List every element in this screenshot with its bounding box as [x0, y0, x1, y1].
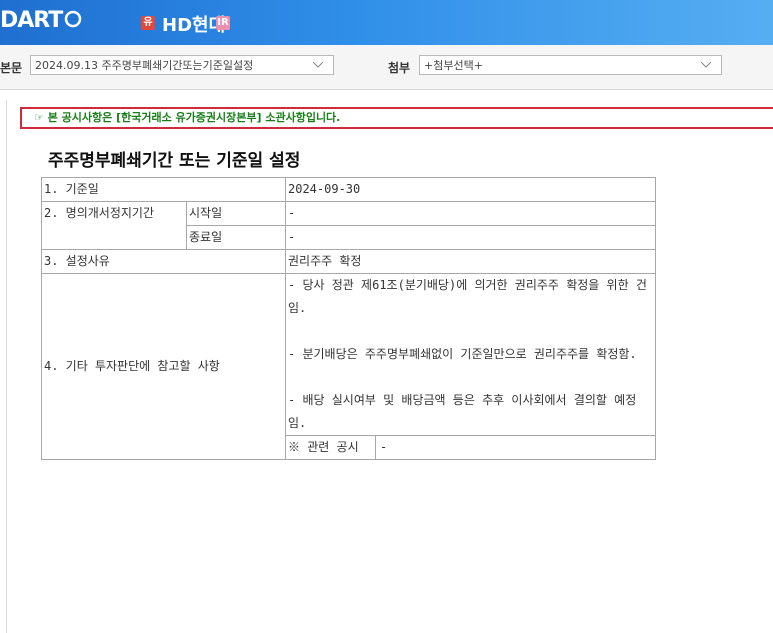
reason-value: 권리주주 확정 — [285, 249, 656, 274]
chevron-down-icon — [313, 62, 323, 68]
table-row: 1. 기준일 2024-09-30 — [41, 177, 656, 202]
end-date-label: 종료일 — [186, 225, 286, 250]
attach-select-value: +첨부선택+ — [424, 59, 483, 72]
related-disclosure-value: - — [380, 440, 388, 454]
logo-swirl-icon — [65, 10, 82, 28]
viewer-divider — [0, 100, 7, 633]
disclosure-table: 1. 기준일 2024-09-30 2. 명의개서정지기간 시작일 - 종료일 … — [41, 177, 656, 460]
start-date-value: - — [285, 201, 656, 226]
ir-badge[interactable]: IR — [216, 16, 230, 30]
table-row: 2. 명의개서정지기간 시작일 - — [41, 201, 656, 250]
logo-text: DART — [0, 8, 63, 33]
body-label: 본문 — [0, 61, 23, 75]
body-select-value: 2024.09.13 주주명부폐쇄기간또는기준일설정 — [35, 59, 254, 72]
related-disclosure-label: ※ 관련 공시 — [286, 436, 376, 459]
base-date-label: 1. 기준일 — [41, 177, 286, 202]
table-row: 4. 기타 투자판단에 참고할 사항 - 당사 정관 제61조(분기배당)에 의… — [41, 273, 656, 460]
suspension-period-label: 2. 명의개서정지기간 — [41, 201, 187, 250]
base-date-value: 2024-09-30 — [285, 177, 656, 202]
other-info-paragraph: - 배당 실시여부 및 배당금액 등은 추후 이사회에서 결의할 예정임. — [288, 393, 637, 430]
attach-label: 첨부 — [388, 61, 411, 75]
top-banner: DART 유 HD현대 IR — [0, 0, 773, 45]
chevron-down-icon — [701, 62, 711, 68]
dart-logo[interactable]: DART — [0, 8, 82, 33]
document-toolbar: 본문 2024.09.13 주주명부폐쇄기간또는기준일설정 첨부 +첨부선택+ — [0, 45, 773, 90]
jurisdiction-notice: ☞ 본 공시사항은 [한국거래소 유가증권시장본부] 소관사항입니다. — [20, 107, 773, 129]
other-info-value: - 당사 정관 제61조(분기배당)에 의거한 권리주주 확정을 위한 건임. … — [285, 273, 656, 436]
attach-select[interactable]: +첨부선택+ — [419, 55, 722, 75]
other-info-label: 4. 기타 투자판단에 참고할 사항 — [41, 273, 286, 460]
related-disclosure-cell: ※ 관련 공시 - — [285, 435, 656, 460]
document-title: 주주명부폐쇄기간 또는 기준일 설정 — [48, 151, 301, 171]
other-info-paragraph: - 당사 정관 제61조(분기배당)에 의거한 권리주주 확정을 위한 건임. — [288, 278, 647, 315]
table-row: 3. 설정사유 권리주주 확정 — [41, 249, 656, 274]
body-select[interactable]: 2024.09.13 주주명부폐쇄기간또는기준일설정 — [30, 55, 334, 75]
start-date-label: 시작일 — [186, 201, 286, 226]
reason-label: 3. 설정사유 — [41, 249, 286, 274]
other-info-paragraph: - 분기배당은 주주명부폐쇄없이 기준일만으로 권리주주를 확정함. — [288, 347, 637, 361]
securities-market-badge: 유 — [141, 16, 155, 30]
end-date-value: - — [285, 225, 656, 250]
